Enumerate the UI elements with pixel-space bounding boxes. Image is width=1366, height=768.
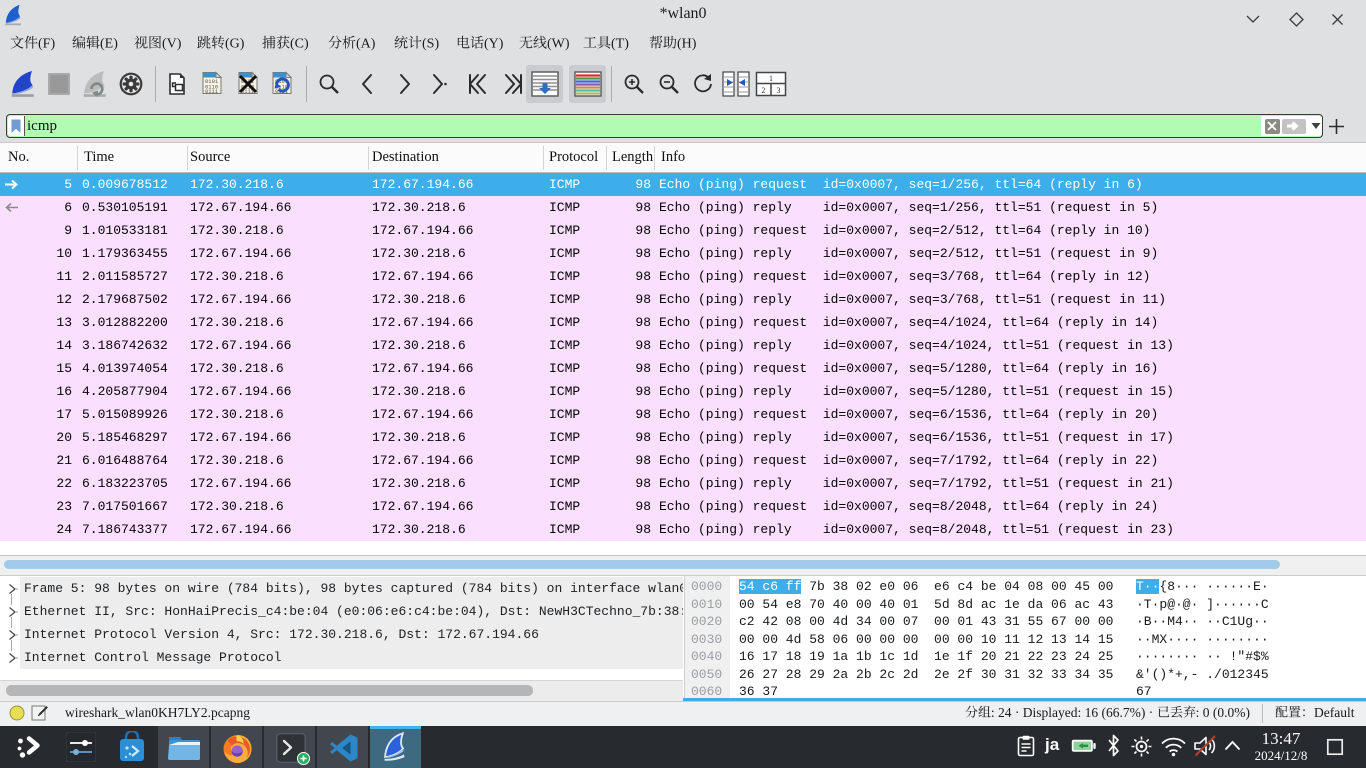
svg-text:1: 1 — [769, 74, 773, 83]
svg-text:0111: 0111 — [205, 88, 219, 95]
svg-text:2: 2 — [762, 86, 766, 95]
svg-text:3: 3 — [777, 86, 781, 95]
